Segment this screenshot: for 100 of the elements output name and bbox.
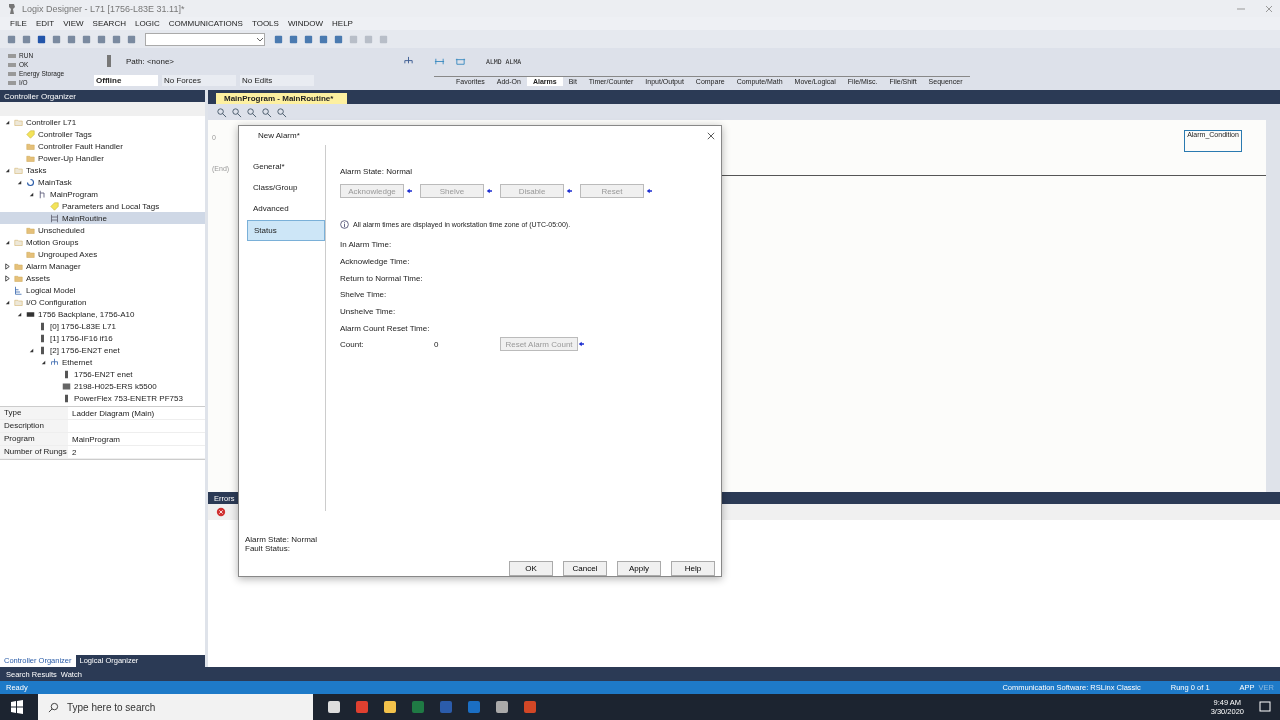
time-label: Alarm Count Reset Time: [340, 322, 431, 335]
tree-item[interactable]: I/O Configuration [0, 296, 205, 308]
rack-icon [26, 309, 35, 319]
tree-item[interactable]: Power-Up Handler [0, 152, 205, 164]
indicator-led [8, 80, 16, 85]
dialog-button[interactable]: Cancel [563, 561, 607, 576]
tree-label: 1756 Backplane, 1756-A10 [38, 309, 135, 319]
tree-item[interactable]: [1] 1756-IF16 if16 [0, 332, 205, 344]
property-value: 2 [71, 447, 77, 457]
tree-item[interactable]: MainProgram [0, 188, 205, 200]
module-icon [62, 393, 71, 403]
tree-item[interactable]: 2198-H025-ERS k5500 [0, 380, 205, 392]
info-icon [340, 220, 349, 230]
property-name: Description [0, 420, 68, 432]
tree-item[interactable]: Assets [0, 272, 205, 284]
menu-item[interactable]: FILE [10, 19, 27, 28]
drive-icon [62, 381, 71, 391]
branch-icon[interactable] [455, 56, 466, 67]
nav-item[interactable]: Advanced [247, 199, 325, 219]
menu-item[interactable]: VIEW [63, 19, 84, 28]
tree-item[interactable]: [0] 1756-L83E L71 [0, 320, 205, 332]
property-name: Number of Rungs [0, 446, 68, 458]
tree-item[interactable]: Ethernet [0, 356, 205, 368]
network-icon [50, 357, 59, 367]
nav-item[interactable]: Class/Group [247, 178, 325, 198]
arrow-icon [486, 188, 492, 195]
property-name: Type [0, 407, 68, 419]
tree-label: Ungrouped Axes [38, 249, 98, 259]
tree-label: 2198-H025-ERS k5500 [74, 381, 157, 391]
arrow-icon [566, 188, 572, 195]
dialog-button[interactable]: OK [509, 561, 553, 576]
menu-item[interactable]: TOOLS [251, 19, 279, 28]
tree-item[interactable]: MainTask [0, 176, 205, 188]
tree-label: MainTask [38, 177, 72, 187]
tree-label: PowerFlex 753-ENETR PF753 [74, 393, 183, 403]
tree-label: Tasks [26, 165, 47, 175]
tree-item[interactable]: MainRoutine [0, 212, 205, 224]
arrow-icon [578, 341, 584, 348]
count-value: 0 [434, 339, 440, 349]
tree-item[interactable]: Parameters and Local Tags [0, 200, 205, 212]
tree-label: Motion Groups [26, 237, 79, 247]
menu-item[interactable]: LOGIC [134, 19, 160, 28]
dropdown-icon[interactable] [256, 35, 264, 43]
tree-item[interactable]: Unscheduled [0, 224, 205, 236]
tree-label: 1756-EN2T enet [74, 369, 133, 379]
search-icon [48, 701, 59, 713]
tree-item[interactable]: Controller L71 [0, 116, 205, 128]
tree-item[interactable]: Alarm Manager [0, 260, 205, 272]
footer-status: Fault Status: [245, 544, 291, 553]
tree-item[interactable]: Ungrouped Axes [0, 248, 205, 260]
tree-label: Unscheduled [38, 225, 85, 235]
forces-status: No Forces [162, 75, 236, 86]
branch-icon[interactable] [434, 56, 445, 67]
tree-label: Controller L71 [26, 117, 77, 127]
mode-field: Offline [94, 75, 158, 86]
tree-label: [0] 1756-L83E L71 [50, 321, 116, 331]
cycle-icon [26, 177, 35, 187]
tree-item[interactable]: Motion Groups [0, 236, 205, 248]
pane-title: Controller Organizer [4, 91, 77, 101]
start-icon[interactable] [10, 700, 24, 714]
tree-item[interactable]: Tasks [0, 164, 205, 176]
zoom-in-icon[interactable] [216, 106, 227, 118]
tree-item[interactable]: 1756 Backplane, 1756-A10 [0, 308, 205, 320]
footer-status: Alarm State: Normal [245, 535, 319, 544]
menu-item[interactable]: COMMUNICATIONS [168, 19, 243, 28]
nav-item[interactable]: General* [247, 157, 325, 177]
dialog-button[interactable]: Help [671, 561, 715, 576]
nav-item[interactable]: Status [247, 220, 325, 242]
tree-label: [2] 1756-EN2T enet [50, 345, 120, 355]
error-icon[interactable] [216, 507, 226, 517]
window-title: Logix Designer - L71 [1756-L83E 31.11]* [22, 3, 185, 14]
hierarchy-icon [14, 285, 23, 295]
expander-icon[interactable] [4, 274, 11, 282]
path-label: Path: <none> [126, 56, 175, 66]
tree-item[interactable]: 1756-EN2T enet [0, 368, 205, 380]
tree-label: Logical Model [26, 285, 76, 295]
zoom-out-icon[interactable] [231, 106, 242, 118]
tree-item[interactable]: Logical Model [0, 284, 205, 296]
tree-item[interactable]: [2] 1756-EN2T enet [0, 344, 205, 356]
search-field[interactable]: Type here to search [38, 694, 313, 720]
property-value: Ladder Diagram (Main) [71, 408, 155, 418]
count-label: Count: [340, 339, 365, 349]
tree-item[interactable]: PowerFlex 753-ENETR PF753 [0, 392, 205, 404]
menu-item[interactable]: EDIT [35, 19, 55, 28]
tree-item[interactable]: Controller Fault Handler [0, 140, 205, 152]
time-label: In Alarm Time: [340, 239, 393, 252]
tree-label: [1] 1756-IF16 if16 [50, 333, 113, 343]
property-value: MainProgram [71, 434, 120, 444]
indicator-led [8, 53, 16, 58]
expander-icon[interactable] [4, 262, 11, 270]
tree-label: I/O Configuration [26, 297, 87, 307]
tree-item[interactable]: Controller Tags [0, 128, 205, 140]
tree-label: MainProgram [50, 189, 98, 199]
document-tab[interactable]: MainProgram - MainRoutine* [216, 93, 348, 104]
menu-item[interactable]: SEARCH [92, 19, 126, 28]
dialog-button[interactable]: Apply [617, 561, 661, 576]
menu-item[interactable]: WINDOW [287, 19, 323, 28]
menu-item[interactable]: HELP [332, 19, 353, 28]
indicator-led [8, 71, 16, 76]
close-icon[interactable] [707, 131, 715, 140]
